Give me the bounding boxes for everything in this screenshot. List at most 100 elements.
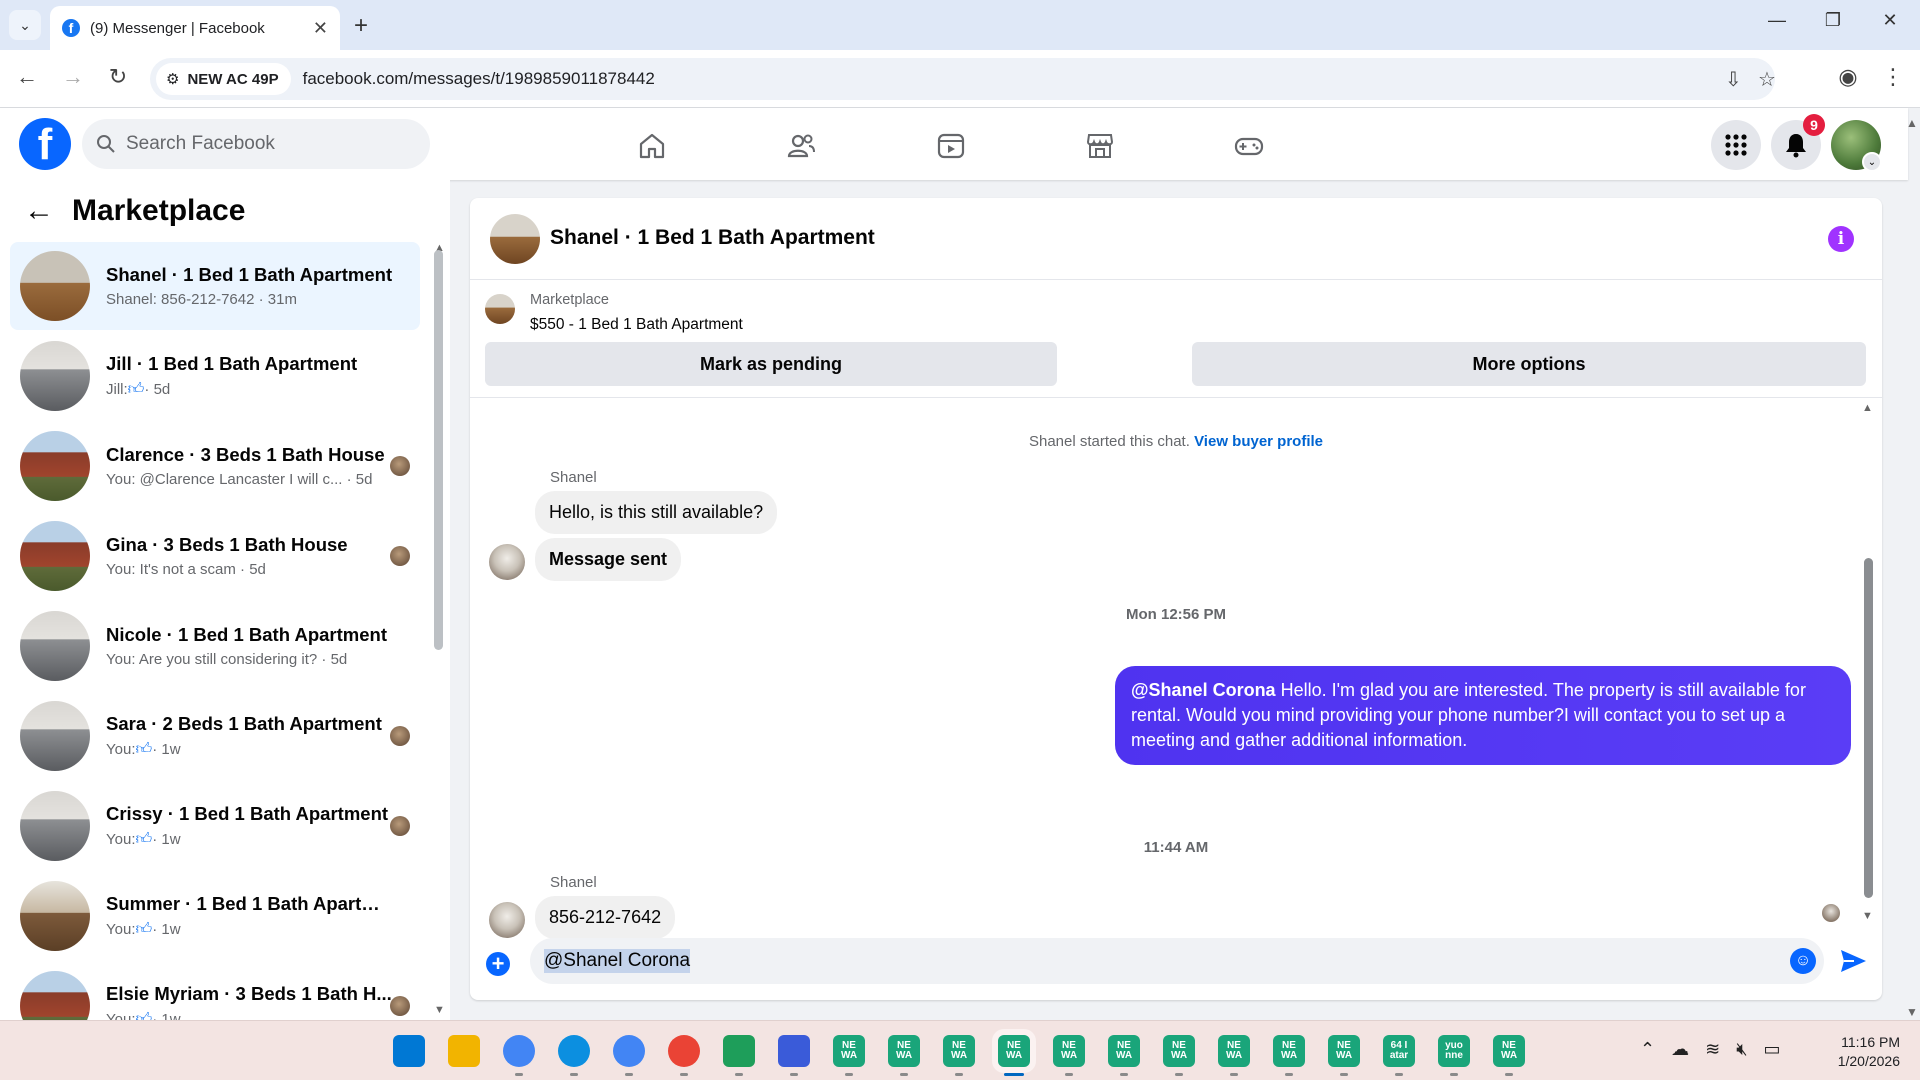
conversation-item[interactable]: Nicole · 1 Bed 1 Bath Apartment You: Are … bbox=[10, 602, 420, 690]
listing-thumbnail[interactable] bbox=[485, 294, 515, 324]
windows-start-icon[interactable] bbox=[393, 1035, 425, 1067]
more-options-button[interactable]: More options bbox=[1192, 342, 1866, 386]
close-tab-icon[interactable]: ✕ bbox=[313, 18, 328, 39]
file-explorer-icon[interactable] bbox=[448, 1035, 480, 1067]
emoji-icon[interactable]: ☺ bbox=[1790, 948, 1816, 974]
mark-as-pending-button[interactable]: Mark as pending bbox=[485, 342, 1057, 386]
back-arrow-icon[interactable]: ← bbox=[24, 194, 54, 228]
home-icon[interactable] bbox=[632, 126, 672, 166]
chat-scroll-down-arrow[interactable]: ▼ bbox=[1862, 910, 1873, 922]
active-tab[interactable]: f (9) Messenger | Facebook ✕ bbox=[50, 6, 340, 50]
restore-window-button[interactable]: ❐ bbox=[1813, 10, 1853, 31]
newa-app-icon[interactable]: NE WA bbox=[1493, 1035, 1525, 1067]
newa-app-icon[interactable]: NE WA bbox=[1218, 1035, 1250, 1067]
new-tab-button[interactable]: + bbox=[354, 12, 368, 40]
gaming-icon[interactable] bbox=[1229, 126, 1269, 166]
bookmark-star-icon[interactable]: ☆ bbox=[1758, 67, 1776, 92]
sender-avatar[interactable] bbox=[489, 544, 525, 580]
running-indicator bbox=[1230, 1073, 1238, 1076]
message-composer: + @Shanel Corona ☺ bbox=[470, 938, 1882, 998]
edge-icon[interactable] bbox=[558, 1035, 590, 1067]
send-icon[interactable] bbox=[1838, 946, 1868, 976]
tab-search-button[interactable]: ⌄ bbox=[9, 10, 41, 40]
search-input[interactable] bbox=[126, 133, 406, 155]
running-indicator bbox=[680, 1073, 688, 1076]
address-bar[interactable]: ⚙ NEW AC 49P facebook.com/messages/t/198… bbox=[150, 58, 1776, 100]
conversation-item[interactable]: Shanel · 1 Bed 1 Bath Apartment Shanel: 8… bbox=[10, 242, 420, 330]
chat-title[interactable]: Shanel · 1 Bed 1 Bath Apartment bbox=[550, 226, 875, 250]
sidebar-scroll-down-arrow[interactable]: ▼ bbox=[434, 1004, 445, 1016]
page-scroll-up-arrow[interactable]: ▲ bbox=[1906, 116, 1918, 130]
volume-muted-icon[interactable]: 🔇︎ bbox=[1736, 1039, 1747, 1060]
clock[interactable]: 11:16 PM 1/20/2026 bbox=[1820, 1033, 1900, 1071]
newa-app-icon[interactable]: NE WA bbox=[1273, 1035, 1305, 1067]
facebook-logo-icon[interactable]: f bbox=[19, 118, 71, 170]
notifications-button[interactable]: 9 bbox=[1771, 114, 1825, 170]
notification-badge: 9 bbox=[1803, 114, 1825, 136]
minimize-window-button[interactable]: — bbox=[1757, 10, 1797, 31]
preview-suffix: · 5d bbox=[144, 381, 171, 398]
menu-kebab-icon[interactable]: ⋮ bbox=[1878, 64, 1908, 90]
conversation-name: Gina · 3 Beds 1 Bath House bbox=[106, 534, 348, 555]
proxy-app-icon[interactable] bbox=[778, 1035, 810, 1067]
conversation-item[interactable]: Elsie Myriam · 3 Beds 1 Bath H... You: 👍︎… bbox=[10, 962, 420, 1020]
chevron-down-icon[interactable]: ⌄ bbox=[1862, 152, 1882, 172]
sender-avatar[interactable] bbox=[489, 902, 525, 938]
listing-title[interactable]: $550 - 1 Bed 1 Bath Apartment bbox=[530, 316, 743, 334]
chrome-profile-icon[interactable] bbox=[668, 1035, 700, 1067]
newa-app-icon[interactable]: NE WA bbox=[833, 1035, 865, 1067]
conversation-item[interactable]: Crissy · 1 Bed 1 Bath Apartment You: 👍︎ ·… bbox=[10, 782, 420, 870]
listing-card: Marketplace $550 - 1 Bed 1 Bath Apartmen… bbox=[470, 280, 1882, 398]
message-input[interactable]: @Shanel Corona bbox=[530, 938, 1824, 984]
back-button[interactable]: ← bbox=[12, 64, 42, 90]
info-icon[interactable]: i bbox=[1828, 226, 1854, 252]
glasses-app-icon[interactable] bbox=[723, 1035, 755, 1067]
video-icon[interactable] bbox=[931, 126, 971, 166]
marketplace-icon[interactable] bbox=[1080, 126, 1120, 166]
newa-app-icon[interactable]: NE WA bbox=[1053, 1035, 1085, 1067]
install-app-icon[interactable]: ⇩ bbox=[1725, 67, 1742, 92]
conversation-item[interactable]: Summer · 1 Bed 1 Bath Apartment You: 👍︎ ·… bbox=[10, 872, 420, 960]
outgoing-message[interactable]: @Shanel Corona Hello. I'm glad you are i… bbox=[1115, 666, 1851, 765]
chrome-icon[interactable] bbox=[503, 1035, 535, 1067]
newa-app-icon[interactable]: NE WA bbox=[1328, 1035, 1360, 1067]
sidebar-scrollbar[interactable] bbox=[434, 250, 443, 650]
profile-icon[interactable]: ◉ bbox=[1833, 64, 1863, 90]
newa-app-icon[interactable]: NE WA bbox=[888, 1035, 920, 1067]
app-icon[interactable]: 64 I atar bbox=[1383, 1035, 1415, 1067]
friends-icon[interactable] bbox=[781, 126, 821, 166]
incoming-message[interactable]: Message sent bbox=[535, 538, 682, 581]
conversation-text: Crissy · 1 Bed 1 Bath Apartment You: 👍︎ ·… bbox=[106, 803, 396, 849]
incoming-message[interactable]: 856-212-7642 bbox=[535, 896, 676, 939]
newa-app-icon[interactable]: NE WA bbox=[998, 1035, 1030, 1067]
app-icon[interactable]: yuo nne bbox=[1438, 1035, 1470, 1067]
battery-icon[interactable]: ▭ bbox=[1764, 1039, 1781, 1060]
read-receipt-avatar bbox=[390, 456, 410, 476]
conversation-item[interactable]: Clarence · 3 Beds 1 Bath House You: @Clar… bbox=[10, 422, 420, 510]
close-window-button[interactable]: ✕ bbox=[1870, 10, 1910, 31]
chrome-profile-icon[interactable] bbox=[613, 1035, 645, 1067]
preview-suffix: · 1w bbox=[152, 831, 181, 848]
facebook-search[interactable] bbox=[82, 119, 430, 169]
chevron-up-icon[interactable]: ⌃ bbox=[1640, 1039, 1655, 1060]
conversation-item[interactable]: Sara · 2 Beds 1 Bath Apartment You: 👍︎ · … bbox=[10, 692, 420, 780]
conversation-item[interactable]: Gina · 3 Beds 1 Bath House You: It's not … bbox=[10, 512, 420, 600]
incoming-message[interactable]: Hello, is this still available? bbox=[535, 491, 778, 534]
newa-app-icon[interactable]: NE WA bbox=[1108, 1035, 1140, 1067]
newa-app-icon[interactable]: NE WA bbox=[943, 1035, 975, 1067]
newa-app-icon[interactable]: NE WA bbox=[1163, 1035, 1195, 1067]
add-attachment-icon[interactable]: + bbox=[486, 952, 510, 976]
conversation-item[interactable]: Jill · 1 Bed 1 Bath Apartment Jill: 👍︎ · … bbox=[10, 332, 420, 420]
reload-button[interactable]: ↻ bbox=[103, 64, 133, 90]
forward-button[interactable]: → bbox=[58, 64, 88, 90]
onedrive-icon[interactable]: ☁ bbox=[1671, 1039, 1689, 1060]
chat-avatar[interactable] bbox=[490, 214, 540, 264]
chat-scroll-up-arrow[interactable]: ▲ bbox=[1862, 402, 1873, 414]
chat-scrollbar[interactable] bbox=[1864, 558, 1873, 898]
wifi-icon[interactable]: ≋ bbox=[1705, 1039, 1720, 1060]
menu-grid-icon[interactable] bbox=[1711, 120, 1761, 170]
mention-tag[interactable]: @Shanel Corona bbox=[1131, 680, 1276, 700]
page-scroll-down-arrow[interactable]: ▼ bbox=[1906, 1005, 1918, 1019]
site-info-chip[interactable]: ⚙ NEW AC 49P bbox=[156, 63, 291, 95]
view-buyer-profile-link[interactable]: View buyer profile bbox=[1194, 433, 1323, 450]
